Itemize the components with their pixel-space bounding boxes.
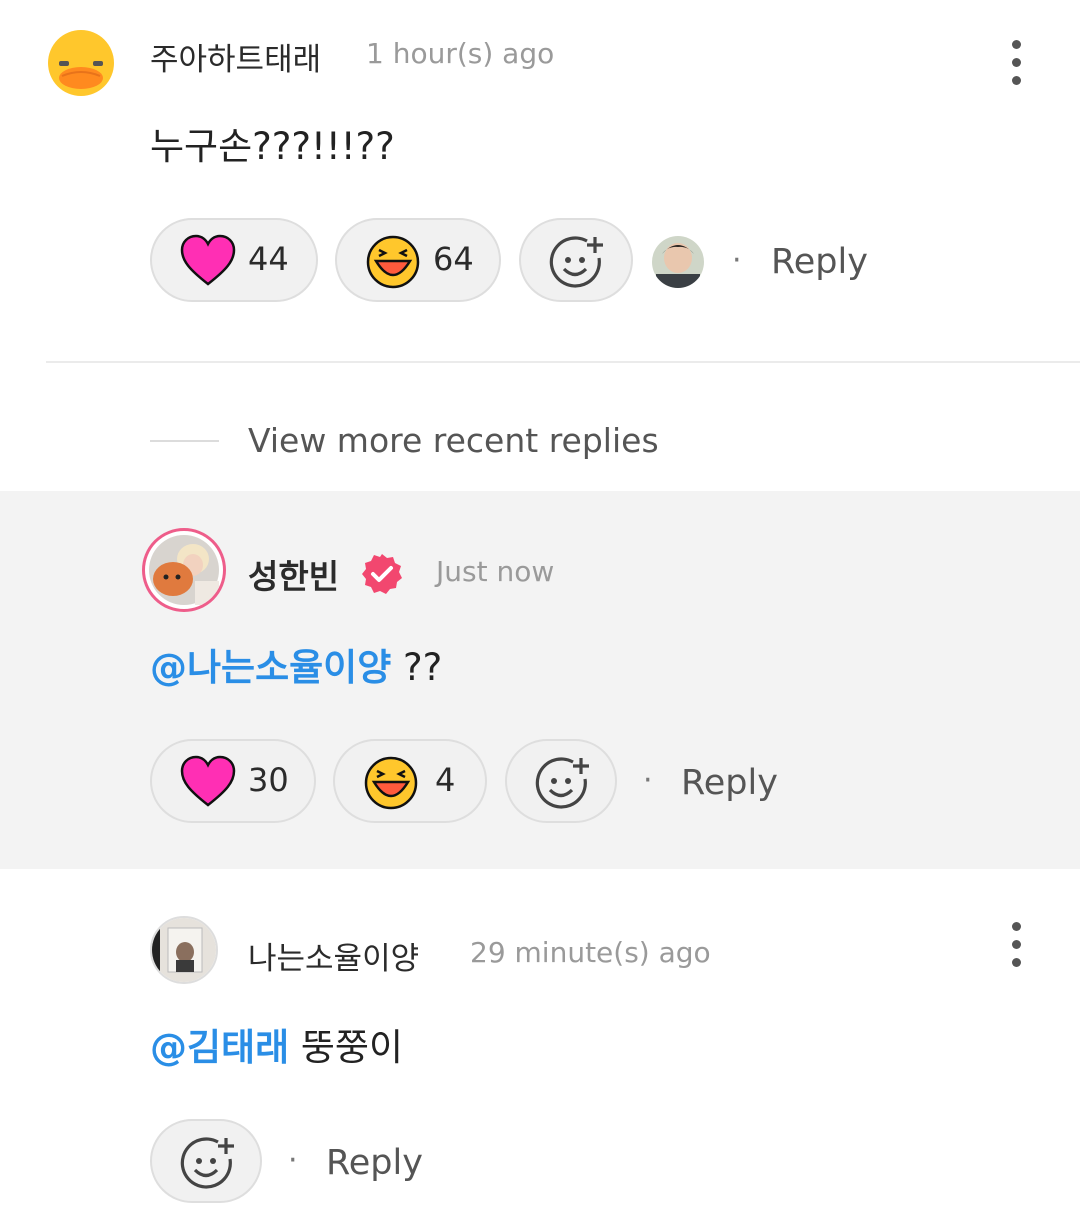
author-name[interactable]: 성한빈 xyxy=(248,550,339,598)
divider xyxy=(46,361,1080,363)
add-emoji-icon xyxy=(549,234,605,294)
reaction-count: 30 xyxy=(248,761,289,799)
laugh-reaction-button[interactable]: 4 xyxy=(333,739,487,823)
reply-button[interactable]: Reply xyxy=(326,1143,423,1183)
reaction-count: 64 xyxy=(433,240,474,278)
heart-icon xyxy=(180,234,236,292)
add-emoji-icon xyxy=(535,755,591,815)
view-more-replies-link[interactable]: View more recent replies xyxy=(248,421,659,460)
avatar[interactable] xyxy=(142,528,226,612)
reaction-count: 4 xyxy=(435,761,456,799)
heart-reaction-button[interactable]: 30 xyxy=(150,739,316,823)
comment-text-body: 뚱쭝이 xyxy=(289,1026,404,1069)
avatar[interactable] xyxy=(46,28,116,98)
more-options-icon[interactable] xyxy=(1012,40,1021,94)
add-reaction-button[interactable] xyxy=(519,218,633,302)
add-emoji-icon xyxy=(180,1135,236,1195)
laugh-reaction-button[interactable]: 64 xyxy=(335,218,501,302)
author-name[interactable]: 주아하트태래 xyxy=(150,34,321,79)
reply-button[interactable]: Reply xyxy=(771,242,868,282)
mention-link[interactable]: @나는소율이양 xyxy=(150,646,391,689)
add-reaction-button[interactable] xyxy=(505,739,617,823)
comment-text: @나는소율이양 ?? xyxy=(150,637,442,691)
avatar[interactable] xyxy=(150,916,218,984)
heart-reaction-button[interactable]: 44 xyxy=(150,218,318,302)
separator-dot: · xyxy=(643,763,653,798)
comment-item: 주아하트태래 1 hour(s) ago 누구손???!!!?? 44 64 ·… xyxy=(0,0,1080,362)
timestamp: 29 minute(s) ago xyxy=(470,936,711,969)
author-name[interactable]: 나는소율이양 xyxy=(248,933,419,978)
separator-dot: · xyxy=(732,243,742,278)
reply-button[interactable]: Reply xyxy=(681,763,778,803)
view-more-line xyxy=(150,440,219,442)
reply-item: 나는소율이양 29 minute(s) ago @김태래 뚱쭝이 · Reply xyxy=(0,869,1080,1220)
timestamp: 1 hour(s) ago xyxy=(366,37,555,70)
comment-text: 누구손???!!!?? xyxy=(150,125,395,168)
duck-avatar-icon xyxy=(48,30,114,96)
replier-avatar[interactable] xyxy=(652,236,704,288)
laughing-face-icon xyxy=(363,755,419,815)
more-options-icon[interactable] xyxy=(1012,922,1021,976)
timestamp: Just now xyxy=(436,555,555,588)
verified-badge-icon xyxy=(360,552,404,600)
laughing-face-icon xyxy=(365,234,421,294)
separator-dot: · xyxy=(288,1143,298,1178)
reply-item-highlighted: 성한빈 Just now @나는소율이양 ?? 30 4 · Reply xyxy=(0,491,1080,869)
reaction-count: 44 xyxy=(248,240,289,278)
comment-text: @김태래 뚱쭝이 xyxy=(150,1017,403,1071)
heart-icon xyxy=(180,755,236,813)
comment-text-body: ?? xyxy=(391,646,443,689)
mention-link[interactable]: @김태래 xyxy=(150,1026,289,1069)
add-reaction-button[interactable] xyxy=(150,1119,262,1203)
